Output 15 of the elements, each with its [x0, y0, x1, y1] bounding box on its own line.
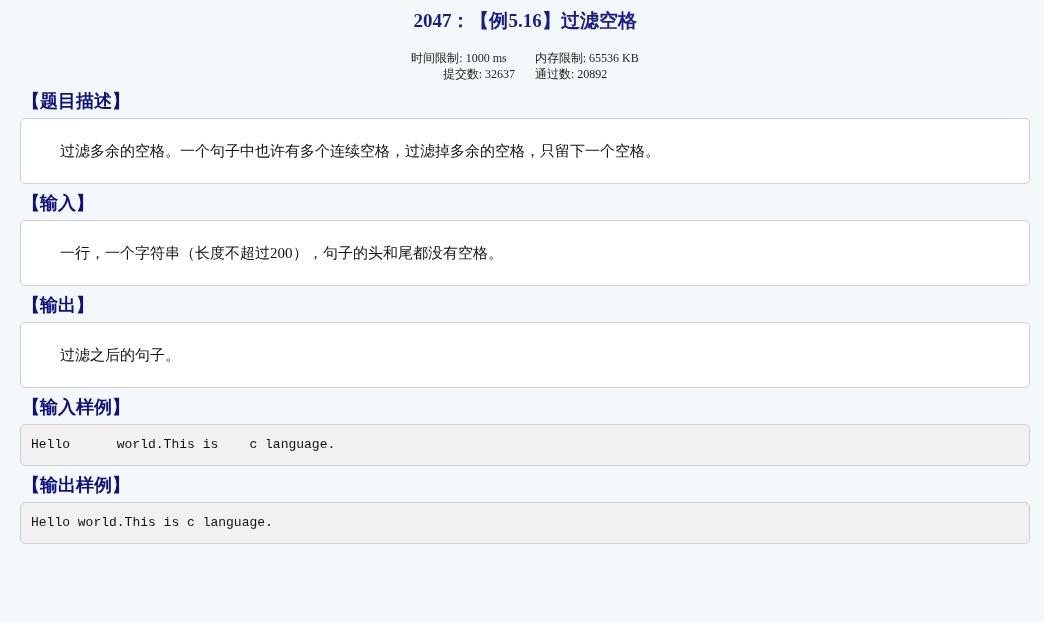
stat-text: 通过数: 20892: [535, 66, 608, 82]
limit-text: 内存限制: 65536 KB: [534, 50, 639, 66]
limit-text: 时间限制: 1000 ms: [411, 50, 507, 66]
description-panel: 过滤之后的句子。: [20, 322, 1030, 388]
section-heading: 【输出】: [22, 294, 95, 316]
section-heading: 【输出样例】: [22, 474, 131, 496]
section-heading: 【输入样例】: [22, 396, 131, 418]
section-heading: 【输入】: [22, 192, 95, 214]
stat-text: 提交数: 32637: [442, 66, 515, 82]
sample-code-block: Hello world.This is c language.: [20, 424, 1030, 466]
description-panel: 一行，一个字符串（长度不超过200），句子的头和尾都没有空格。: [20, 220, 1030, 286]
section-heading: 【题目描述】: [22, 90, 131, 112]
problem-title: 2047：【例5.16】过滤空格: [413, 9, 637, 33]
description-panel: 过滤多余的空格。一个句子中也许有多个连续空格，过滤掉多余的空格，只留下一个空格。: [20, 118, 1030, 184]
sample-code-block: Hello world.This is c language.: [20, 502, 1030, 544]
